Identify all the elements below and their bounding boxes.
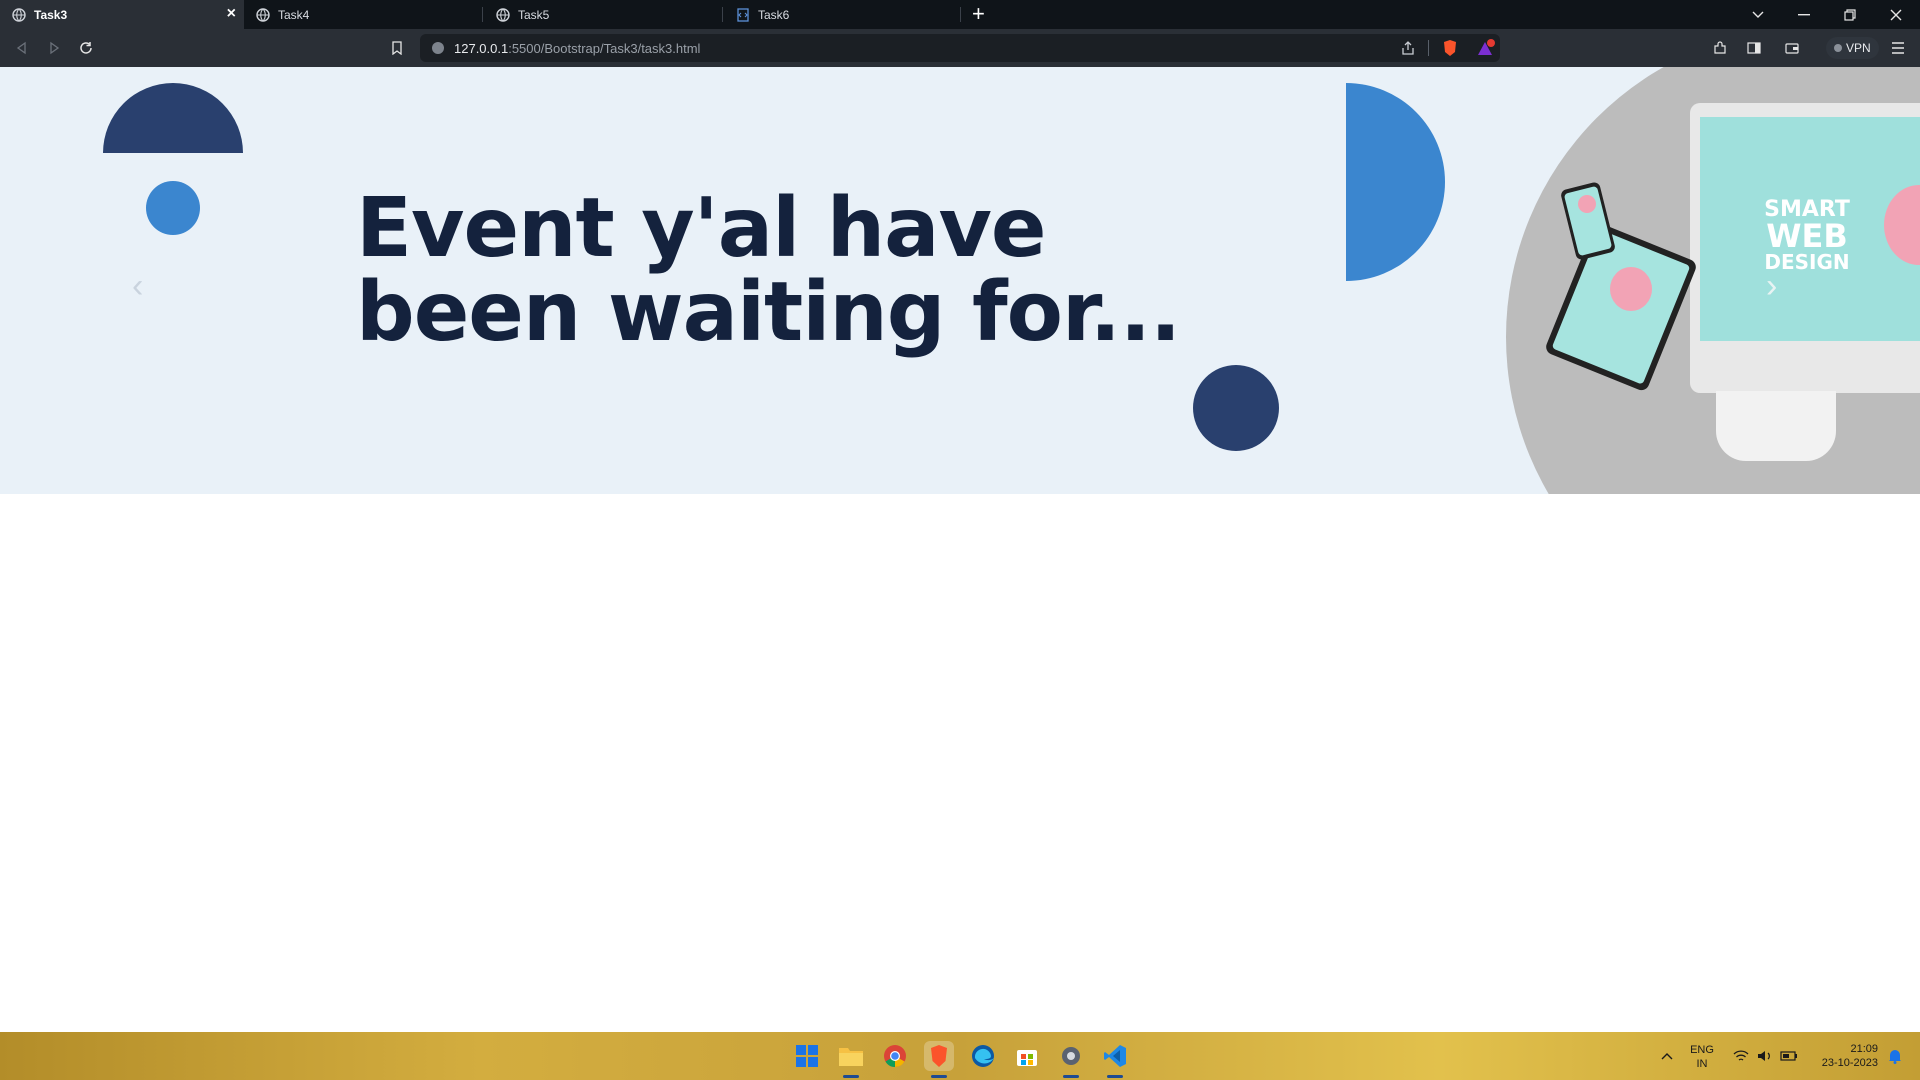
taskbar-active-indicator: [931, 1075, 947, 1078]
tab-search-chevron-icon[interactable]: [1738, 0, 1778, 29]
toolbar-divider: [1428, 40, 1429, 56]
globe-icon: [12, 7, 26, 22]
brave-rewards-icon[interactable]: [1476, 39, 1496, 62]
clock-date: 23-10-2023: [1821, 1057, 1878, 1069]
globe-icon: [496, 7, 510, 22]
clock-time: 21:09: [1850, 1043, 1878, 1055]
taskbar-active-indicator: [1107, 1075, 1123, 1078]
tab-divider: [960, 7, 961, 22]
tab-label: Task6: [758, 7, 790, 22]
new-tab-button[interactable]: +: [972, 3, 985, 25]
globe-icon: [256, 7, 270, 22]
taskbar-active-indicator: [843, 1075, 859, 1078]
bookmark-icon[interactable]: [387, 38, 407, 58]
tab-task4[interactable]: Task4: [244, 0, 482, 29]
browser-tab-bar: Task3 × Task4 Task5 Task6 +: [0, 0, 1920, 29]
product-text-web: WEB: [1766, 217, 1848, 255]
vpn-button[interactable]: VPN: [1826, 37, 1879, 59]
share-icon[interactable]: [1400, 40, 1416, 61]
taskbar-active-indicator: [1063, 1075, 1079, 1078]
microsoft-store-icon[interactable]: [1012, 1041, 1042, 1071]
product-screen-text: SMART WEB DESIGN: [1742, 197, 1872, 275]
tab-label: Task4: [278, 7, 310, 22]
notification-bell-icon[interactable]: [1880, 1041, 1910, 1071]
carousel-next-icon[interactable]: ›: [1766, 267, 1777, 306]
language-code: ENG: [1690, 1044, 1714, 1056]
monitor-stand: [1716, 391, 1836, 461]
clock[interactable]: 21:09 23-10-2023: [1808, 1042, 1878, 1070]
brain-illustration: [1610, 267, 1652, 311]
tab-task5[interactable]: Task5: [484, 0, 722, 29]
brain-illustration: [1578, 195, 1596, 213]
tab-task3[interactable]: Task3 ×: [0, 0, 244, 29]
region-code: IN: [1696, 1058, 1708, 1070]
forward-button[interactable]: [44, 38, 64, 58]
close-tab-icon[interactable]: ×: [227, 6, 236, 22]
language-indicator[interactable]: ENG IN: [1688, 1043, 1716, 1071]
tab-label: Task5: [518, 7, 550, 22]
tab-divider: [722, 7, 723, 22]
decorative-circle-small: [146, 181, 200, 235]
page-viewport: Event y'al have been waiting for... ‹ SM…: [0, 67, 1920, 1032]
minimize-button[interactable]: [1784, 0, 1824, 29]
decorative-half-circle: [1346, 83, 1445, 281]
browser-toolbar: 127.0.0.1:5500/Bootstrap/Task3/task3.htm…: [0, 29, 1920, 67]
address-bar[interactable]: 127.0.0.1:5500/Bootstrap/Task3/task3.htm…: [420, 34, 1500, 62]
tab-divider: [482, 7, 483, 22]
reload-button[interactable]: [76, 38, 96, 58]
close-window-button[interactable]: [1876, 0, 1916, 29]
file-explorer-icon[interactable]: [836, 1041, 866, 1071]
brave-shields-icon[interactable]: [1442, 39, 1458, 62]
vpn-label: VPN: [1846, 41, 1871, 55]
url-text[interactable]: 127.0.0.1:5500/Bootstrap/Task3/task3.htm…: [454, 41, 700, 56]
headline-line-1: Event y'al have: [356, 181, 1047, 276]
extensions-icon[interactable]: [1710, 38, 1730, 58]
tab-task6[interactable]: Task6: [724, 0, 960, 29]
hero-carousel: Event y'al have been waiting for... ‹ SM…: [0, 67, 1920, 494]
tray-overflow-chevron-icon[interactable]: [1652, 1041, 1682, 1071]
vpn-status-icon: [1834, 44, 1842, 52]
back-button[interactable]: [12, 38, 32, 58]
product-image: SMART WEB DESIGN: [1506, 67, 1920, 494]
carousel-prev-icon[interactable]: ‹: [132, 267, 143, 306]
brave-taskbar-icon[interactable]: [924, 1041, 954, 1071]
headline-line-2: been waiting for...: [356, 265, 1181, 360]
sidebar-toggle-icon[interactable]: [1744, 38, 1764, 58]
battery-icon[interactable]: [1774, 1041, 1804, 1071]
decorative-semicircle: [103, 83, 243, 153]
code-file-icon: [736, 7, 750, 22]
start-windows-icon[interactable]: [792, 1041, 822, 1071]
vscode-icon[interactable]: [1100, 1041, 1130, 1071]
product-text-design: DESIGN: [1764, 250, 1850, 274]
tab-label: Task3: [34, 7, 68, 22]
wallet-icon[interactable]: [1782, 38, 1802, 58]
windows-taskbar: ENG IN 21:09 23-10-2023: [0, 1032, 1920, 1080]
restore-button[interactable]: [1830, 0, 1870, 29]
menu-icon[interactable]: [1888, 38, 1908, 58]
edge-icon[interactable]: [968, 1041, 998, 1071]
hero-headline: Event y'al have been waiting for...: [356, 187, 1256, 355]
site-info-icon[interactable]: [432, 42, 444, 54]
decorative-circle-large: [1193, 365, 1279, 451]
chrome-icon[interactable]: [880, 1041, 910, 1071]
settings-gear-icon[interactable]: [1056, 1041, 1086, 1071]
